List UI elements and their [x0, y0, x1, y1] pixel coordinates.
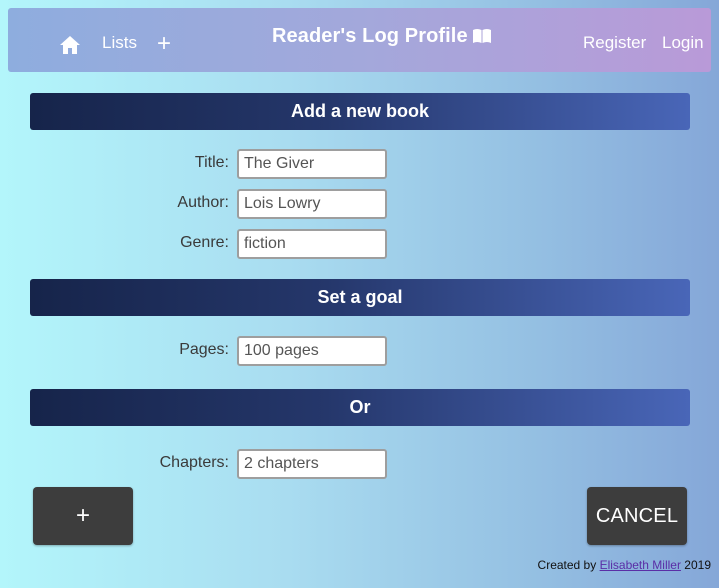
- or-header: Or: [30, 389, 690, 426]
- pages-row: Pages:: [0, 336, 719, 366]
- footer-year: 2019: [684, 558, 711, 572]
- nav-add-link[interactable]: +: [157, 32, 171, 56]
- author-row: Author:: [0, 189, 719, 219]
- chapters-label: Chapters:: [159, 454, 229, 471]
- genre-input[interactable]: [237, 229, 387, 259]
- genre-label: Genre:: [180, 234, 229, 251]
- register-link[interactable]: Register: [583, 33, 646, 53]
- title-label: Title:: [194, 154, 229, 171]
- cancel-button[interactable]: CANCEL: [587, 487, 687, 545]
- title-row: Title:: [0, 149, 719, 179]
- add-book-button[interactable]: +: [33, 487, 133, 545]
- genre-row: Genre:: [0, 229, 719, 259]
- footer-prefix: Created by: [537, 558, 597, 572]
- pages-input[interactable]: [237, 336, 387, 366]
- author-link[interactable]: Elisabeth Miller: [600, 558, 681, 572]
- add-book-header: Add a new book: [30, 93, 690, 130]
- author-label: Author:: [177, 194, 229, 211]
- app-title: Reader's Log Profile: [272, 25, 492, 48]
- chapters-input[interactable]: [237, 449, 387, 479]
- pages-label: Pages:: [179, 341, 229, 358]
- title-input[interactable]: [237, 149, 387, 179]
- nav-lists-link[interactable]: Lists: [102, 33, 137, 53]
- top-navbar: Lists + Reader's Log Profile Register Lo…: [8, 8, 711, 72]
- login-link[interactable]: Login: [662, 33, 704, 53]
- open-book-icon: [472, 29, 491, 43]
- chapters-row: Chapters:: [0, 449, 719, 479]
- home-icon[interactable]: [59, 35, 81, 55]
- author-input[interactable]: [237, 189, 387, 219]
- set-goal-header: Set a goal: [30, 279, 690, 316]
- app-title-text: Reader's Log Profile: [272, 25, 468, 47]
- footer: Created by Elisabeth Miller 2019: [538, 558, 711, 572]
